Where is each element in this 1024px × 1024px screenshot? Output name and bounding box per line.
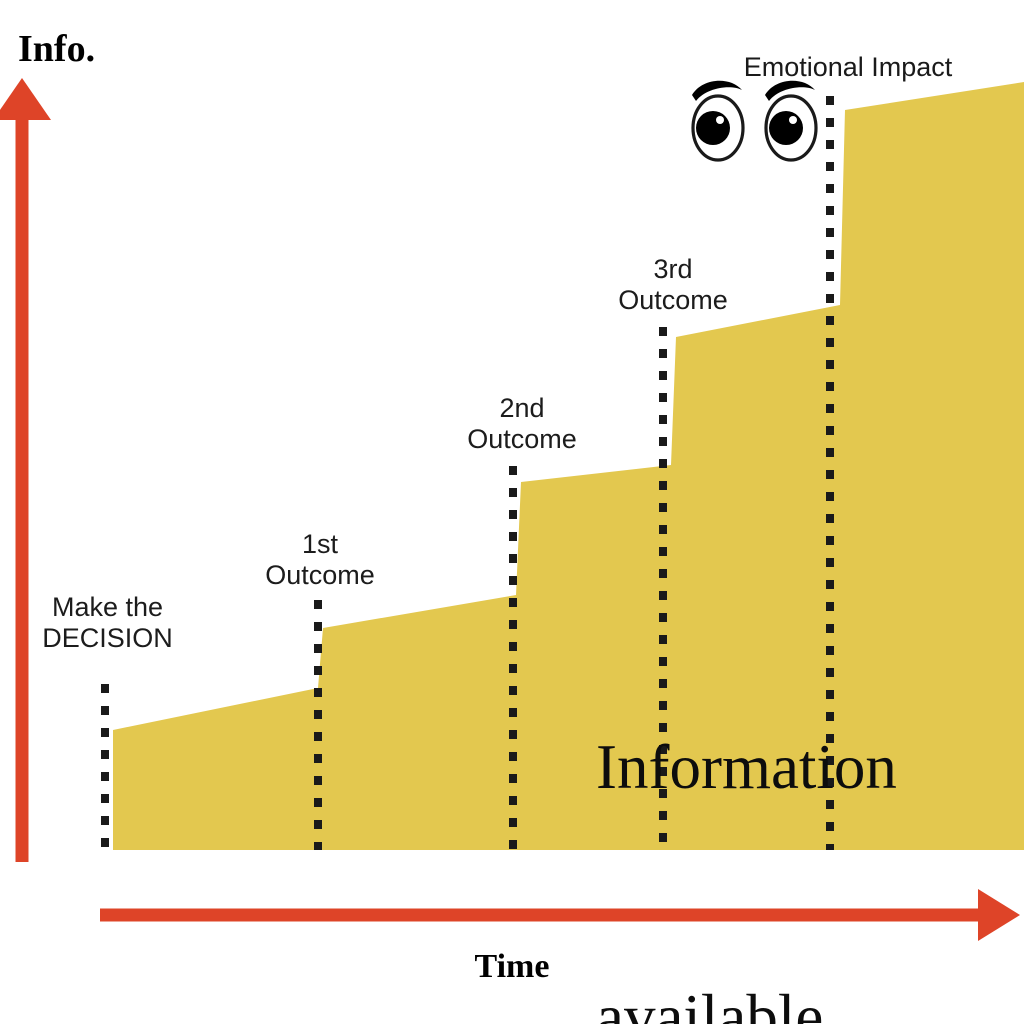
annotation-outcome-3: 3rd Outcome: [618, 254, 728, 316]
caption-line-1: Information: [596, 732, 897, 803]
right-eye-icon: [764, 80, 818, 162]
caption-information-available: Information available: [596, 560, 1016, 1024]
eyes-icon: [691, 80, 818, 162]
annotation-emotional-impact: Emotional Impact: [743, 52, 953, 82]
annotation-make-the-decision: Make the DECISION: [42, 592, 173, 654]
y-axis-arrow: [0, 78, 51, 862]
y-axis-title: Info.: [18, 28, 96, 70]
caption-line-2: available: [596, 981, 824, 1024]
annotation-outcome-1: 1st Outcome: [265, 529, 375, 591]
left-eye-icon: [691, 80, 745, 162]
infographic-canvas: Info. Time Make the DECISION 1st Outcome…: [0, 0, 1024, 1024]
annotation-outcome-2: 2nd Outcome: [467, 393, 577, 455]
